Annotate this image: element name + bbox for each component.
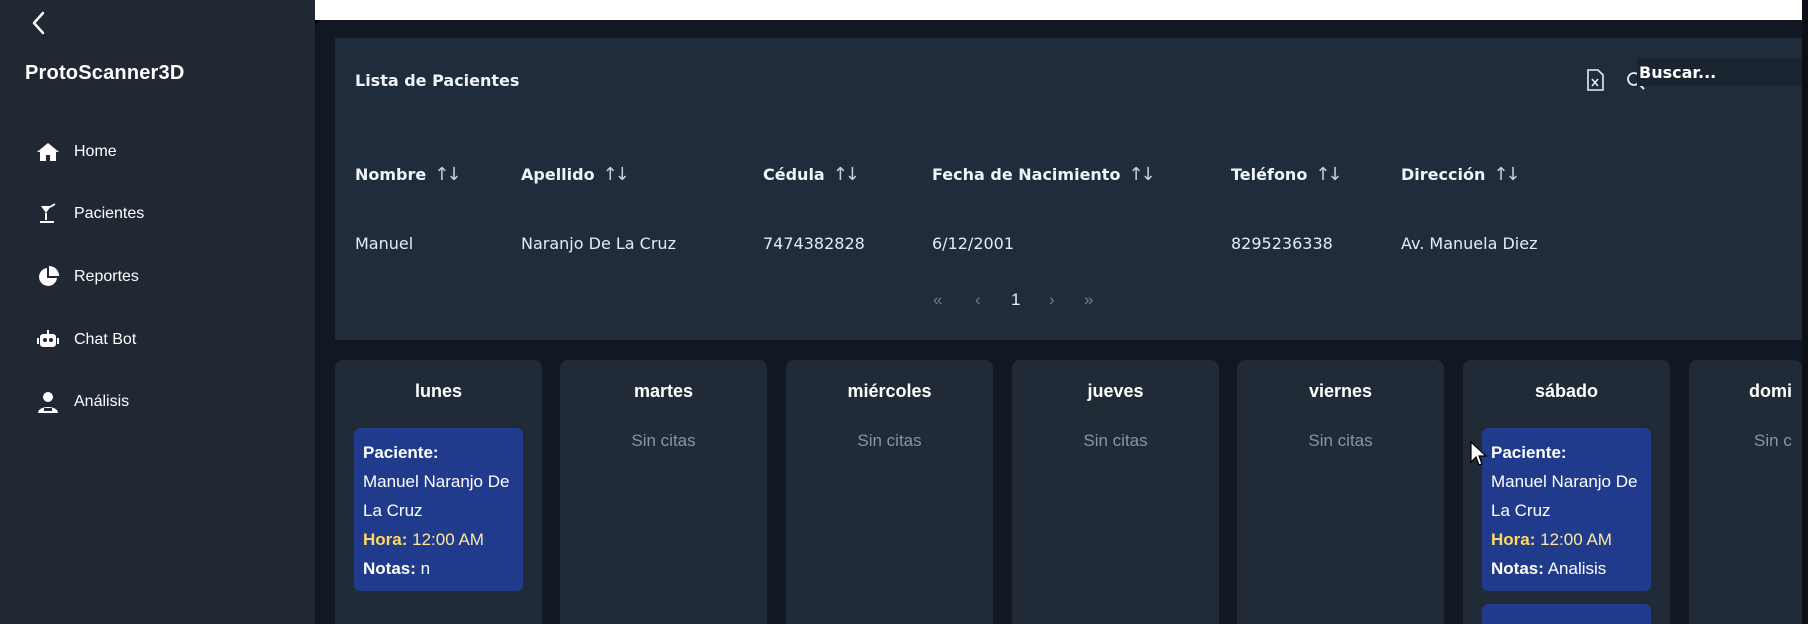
- pie-chart-icon: [36, 265, 60, 289]
- empty-day-text: Sin citas: [857, 431, 922, 450]
- empty-day-text: Sin citas: [1308, 431, 1373, 450]
- day-card-domingo: domi Sin c: [1689, 360, 1802, 624]
- patient-label: Paciente:: [363, 443, 439, 462]
- sort-icon: ↑↓: [1493, 164, 1520, 185]
- user-doctor-icon: [36, 390, 60, 414]
- appointment-time: 12:00 AM: [412, 530, 484, 549]
- sort-icon: ↑↓: [602, 164, 630, 185]
- column-header-direccion[interactable]: Dirección ↑↓: [1401, 164, 1521, 185]
- empty-day-text: Sin c: [1754, 431, 1792, 450]
- day-card-lunes: lunes Paciente: Manuel Naranjo De La Cru…: [335, 360, 542, 624]
- day-card-jueves: jueves Sin citas: [1012, 360, 1219, 624]
- chevron-left-icon[interactable]: [28, 8, 54, 38]
- prev-page-button[interactable]: ‹: [975, 290, 981, 310]
- column-header-apellido[interactable]: Apellido ↑↓: [521, 164, 630, 185]
- sidebar-item-label: Pacientes: [74, 205, 145, 222]
- column-header-telefono[interactable]: Teléfono ↑↓: [1231, 164, 1343, 185]
- appointment-card[interactable]: [1482, 604, 1651, 624]
- cell-nombre: Manuel: [355, 234, 414, 253]
- appointment-time: 12:00 AM: [1540, 530, 1612, 549]
- day-name: viernes: [1308, 381, 1373, 401]
- sidebar-item-pacientes[interactable]: Pacientes: [36, 199, 144, 229]
- column-header-nombre[interactable]: Nombre ↑↓: [355, 164, 461, 185]
- appointment-notes: Analisis: [1547, 559, 1607, 578]
- next-page-button[interactable]: ›: [1049, 290, 1055, 310]
- sort-icon: ↑↓: [832, 164, 860, 185]
- excel-file-icon[interactable]: [1586, 69, 1604, 91]
- cell-fecha-nacimiento: 6/12/2001: [932, 234, 1015, 253]
- first-page-button[interactable]: «: [933, 290, 942, 310]
- day-card-viernes: viernes Sin citas: [1237, 360, 1444, 624]
- sidebar-item-label: Análisis: [74, 393, 130, 410]
- day-card-miercoles: miércoles Sin citas: [786, 360, 993, 624]
- cell-telefono: 8295236338: [1231, 234, 1333, 253]
- appointment-card[interactable]: Paciente: Manuel Naranjo De La Cruz Hora…: [1482, 428, 1651, 591]
- sort-icon: ↑↓: [434, 164, 461, 185]
- empty-day-text: Sin citas: [631, 431, 696, 450]
- cell-cedula: 7474382828: [763, 234, 865, 253]
- sidebar: ProtoScanner3D Home Pacientes Reportes C…: [0, 0, 315, 624]
- home-icon: [36, 140, 60, 164]
- sidebar-item-home[interactable]: Home: [36, 137, 117, 167]
- sidebar-item-reportes[interactable]: Reportes: [36, 262, 139, 292]
- day-card-martes: martes Sin citas: [560, 360, 767, 624]
- appointment-card[interactable]: Paciente: Manuel Naranjo De La Cruz Hora…: [354, 428, 523, 591]
- cell-direccion: Av. Manuela Diez: [1401, 234, 1538, 253]
- sidebar-item-label: Reportes: [74, 268, 139, 285]
- patient-label: Paciente:: [1491, 443, 1567, 462]
- sidebar-item-analisis[interactable]: Análisis: [36, 387, 129, 417]
- sort-icon: ↑↓: [1128, 164, 1155, 185]
- time-label: Hora:: [363, 530, 408, 549]
- sort-icon: ↑↓: [1315, 164, 1342, 185]
- sidebar-item-label: Chat Bot: [74, 331, 137, 348]
- patient-icon: [36, 202, 60, 226]
- day-name: martes: [633, 381, 694, 401]
- time-label: Hora:: [1491, 530, 1536, 549]
- current-page-button[interactable]: 1: [1011, 290, 1020, 310]
- column-header-label: Teléfono: [1231, 165, 1308, 184]
- empty-day-text: Sin citas: [1083, 431, 1148, 450]
- window-edge: [1802, 0, 1808, 624]
- patients-table-panel: Lista de Pacientes Nombre ↑↓ Apellido ↑↓ C…: [335, 38, 1808, 340]
- column-header-label: Cédula: [763, 165, 825, 184]
- panel-title: Lista de Pacientes: [355, 71, 520, 90]
- column-header-label: Apellido: [521, 165, 595, 184]
- last-page-button[interactable]: »: [1084, 290, 1093, 310]
- sidebar-item-label: Home: [74, 143, 117, 160]
- day-name: sábado: [1534, 381, 1599, 401]
- mouse-cursor-icon: [1469, 440, 1489, 470]
- day-card-sabado: sábado Paciente: Manuel Naranjo De La Cr…: [1463, 360, 1670, 624]
- column-header-label: Fecha de Nacimiento: [932, 165, 1121, 184]
- top-bar: [315, 0, 1808, 20]
- column-header-cedula[interactable]: Cédula ↑↓: [763, 164, 860, 185]
- column-header-label: Dirección: [1401, 165, 1486, 184]
- column-header-fecha-nacimiento[interactable]: Fecha de Nacimiento ↑↓: [932, 164, 1156, 185]
- cell-apellido: Naranjo De La Cruz: [521, 234, 676, 253]
- patient-name: Manuel Naranjo De La Cruz: [363, 472, 510, 520]
- appointment-notes: n: [420, 559, 431, 578]
- patient-name: Manuel Naranjo De La Cruz: [1491, 472, 1638, 520]
- column-header-label: Nombre: [355, 165, 427, 184]
- notes-label: Notas:: [1491, 559, 1544, 578]
- day-name: miércoles: [847, 381, 932, 401]
- robot-icon: [36, 328, 60, 352]
- day-name: jueves: [1087, 381, 1144, 401]
- day-name: domi: [1749, 381, 1792, 401]
- day-name: lunes: [414, 381, 462, 401]
- sidebar-item-chat-bot[interactable]: Chat Bot: [36, 325, 136, 355]
- notes-label: Notas:: [363, 559, 416, 578]
- search-input[interactable]: [1637, 58, 1808, 86]
- app-title: ProtoScanner3D: [25, 62, 185, 84]
